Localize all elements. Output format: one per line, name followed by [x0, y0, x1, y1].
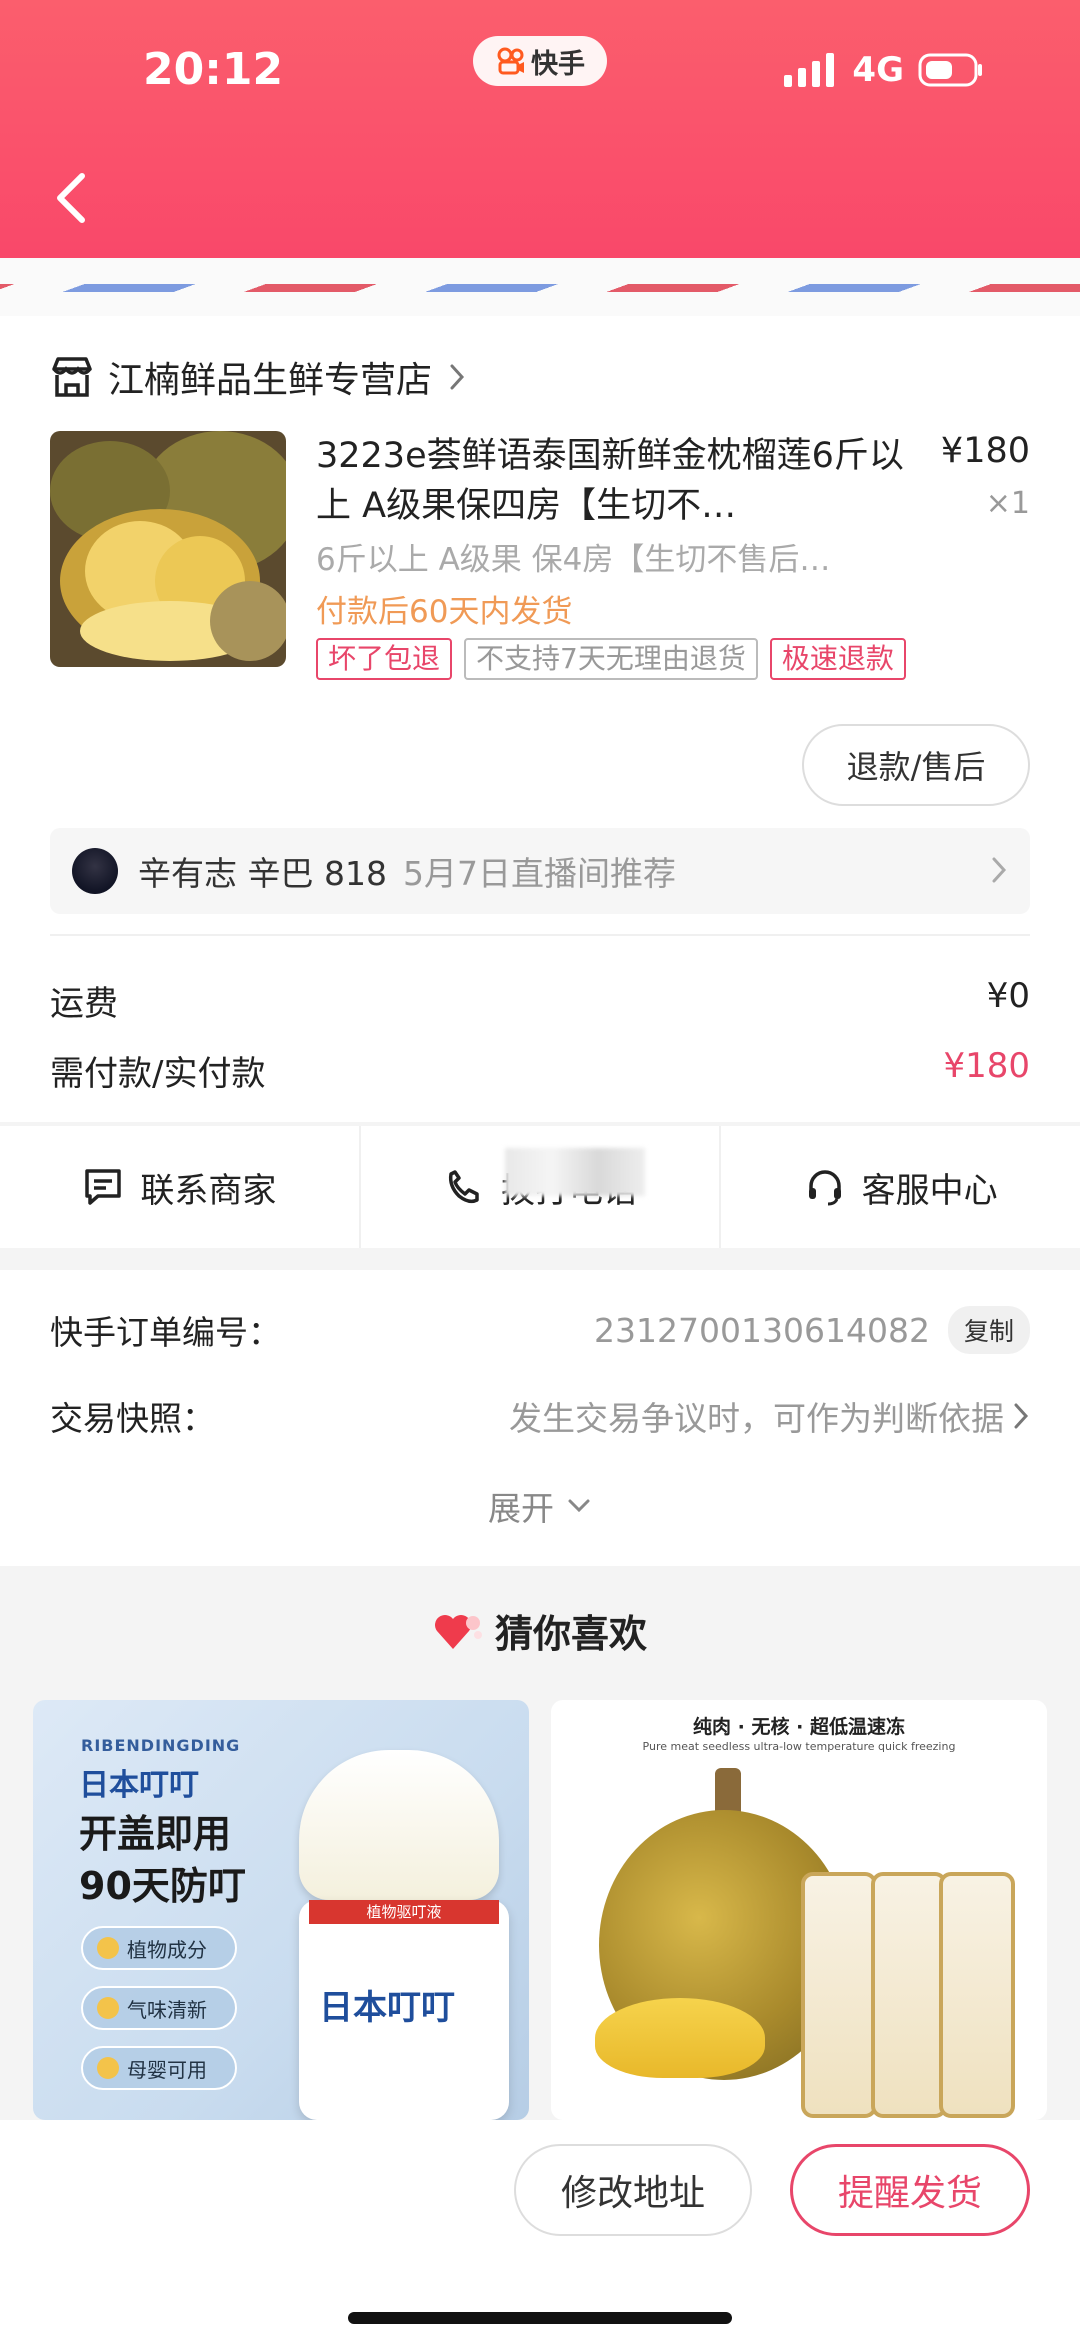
customer-service-label: 客服中心	[861, 1170, 998, 1211]
store-link[interactable]: 江楠鲜品生鲜专营店	[50, 350, 468, 404]
brand-name: 日本叮叮	[79, 1768, 199, 1803]
refund-aftersale-button[interactable]: 退款/售后	[802, 724, 1030, 806]
snapshot-label: 交易快照：	[50, 1399, 215, 1438]
heart-icon	[434, 1614, 482, 1649]
back-arrow-icon[interactable]	[52, 170, 92, 226]
durian-image	[50, 431, 286, 667]
battery-icon	[918, 53, 982, 87]
product-spec: 6斤以上 A级果 保4房【生切不售后…	[316, 542, 831, 578]
payment-label: 需付款/实付款	[50, 1054, 266, 1094]
app-badge-label: 快手	[531, 48, 585, 80]
expand-label: 展开	[488, 1489, 554, 1528]
rec2-subline: Pure meat seedless ultra-low temperature…	[642, 1740, 956, 1753]
tag-bad-refund: 坏了包退	[316, 638, 453, 680]
store-name: 江楠鲜品生鲜专营店	[108, 360, 433, 401]
chat-icon	[85, 1169, 122, 1205]
signal-icon	[784, 53, 835, 87]
snapshot-row[interactable]: 交易快照： 发生交易争议时，可作为判断依据	[50, 1392, 1030, 1440]
product-jar-top	[299, 1750, 499, 1900]
customer-service-button[interactable]: 客服中心	[719, 1126, 1080, 1248]
chevron-right-icon	[992, 857, 1007, 883]
status-time: 20:12	[143, 44, 284, 95]
durian-flesh	[595, 1998, 765, 2078]
home-indicator[interactable]	[348, 2312, 732, 2324]
order-number-row: 快手订单编号： 2312700130614082 复制	[50, 1306, 1030, 1354]
recommend-item-1[interactable]: RIBENDINGDING 日本叮叮 开盖即用 90天防叮 植物成分 气味清新 …	[33, 1700, 529, 2120]
feature-badge: 植物成分	[81, 1926, 237, 1970]
avatar	[72, 848, 118, 894]
product-box	[939, 1872, 1015, 2118]
status-icons: 4G	[784, 50, 984, 90]
shipping-note: 付款后60天内发货	[316, 594, 573, 630]
shipping-fee-row: 运费 ¥0	[50, 976, 1030, 1025]
payment-value: ¥180	[943, 1046, 1030, 1086]
network-type: 4G	[852, 50, 904, 90]
headset-icon	[808, 1170, 841, 1206]
order-card: 江楠鲜品生鲜专营店 3223e荟鲜语泰国新鲜金枕榴莲6斤以上 A级果保四房【生切…	[0, 316, 1080, 1122]
order-number-value: 2312700130614082	[594, 1310, 930, 1350]
feature-badge: 气味清新	[81, 1986, 237, 2030]
chevron-down-icon	[568, 1499, 590, 1513]
chevron-right-icon	[450, 364, 465, 390]
feature-badge: 母婴可用	[81, 2046, 237, 2090]
jar-sub-label: 植物驱叮液	[309, 1900, 499, 1924]
rec2-headline: 纯肉 · 无核 · 超低温速冻	[693, 1716, 905, 1738]
airmail-divider	[0, 258, 1080, 316]
tag-fast-refund: 极速退款	[769, 638, 906, 680]
recommend-title-label: 猜你喜欢	[494, 1612, 647, 1656]
edit-address-button[interactable]: 修改地址	[514, 2144, 752, 2236]
snapshot-desc: 发生交易争议时，可作为判断依据	[509, 1399, 1004, 1438]
product-title[interactable]: 3223e荟鲜语泰国新鲜金枕榴莲6斤以上 A级果保四房【生切不…	[316, 431, 916, 531]
live-desc: 5月7日直播间推荐	[402, 854, 676, 893]
product-price: ¥180	[940, 431, 1030, 471]
shipping-fee-label: 运费	[50, 984, 118, 1024]
product-qty: ×1	[985, 486, 1030, 521]
contact-merchant-button[interactable]: 联系商家	[0, 1126, 359, 1248]
remind-ship-button[interactable]: 提醒发货	[790, 2144, 1030, 2236]
product-image[interactable]	[50, 431, 286, 667]
app-badge: 快手	[473, 36, 607, 86]
phone-icon	[448, 1170, 479, 1204]
order-info: 快手订单编号： 2312700130614082 复制 交易快照： 发生交易争议…	[0, 1270, 1080, 1566]
bottom-action-bar: 修改地址 提醒发货	[0, 2120, 1080, 2341]
top-header: 20:12 快手 4G	[0, 0, 1080, 258]
store-icon	[52, 357, 92, 397]
order-number-label: 快手订单编号：	[50, 1313, 281, 1352]
slogan: 开盖即用 90天防叮	[79, 1812, 246, 1908]
snapshot-desc-wrap: 发生交易争议时，可作为判断依据	[509, 1392, 1030, 1440]
expand-toggle[interactable]: 展开	[0, 1482, 1080, 1530]
kuaishou-logo-icon	[497, 47, 524, 75]
service-tags: 坏了包退 不支持7天无理由退货 极速退款	[316, 638, 906, 680]
redaction-blur	[505, 1148, 645, 1196]
product-box	[871, 1872, 947, 2118]
copy-button[interactable]: 复制	[947, 1306, 1030, 1354]
product-box	[801, 1872, 877, 2118]
recommend-item-2[interactable]: 纯肉 · 无核 · 超低温速冻 Pure meat seedless ultra…	[551, 1700, 1047, 2120]
divider	[50, 934, 1030, 936]
chevron-right-icon	[1014, 1403, 1029, 1429]
recommend-title: 猜你喜欢	[0, 1603, 1080, 1658]
payment-row: 需付款/实付款 ¥180	[50, 1046, 1030, 1095]
brand-en: RIBENDINGDING	[81, 1736, 241, 1755]
contact-merchant-label: 联系商家	[140, 1170, 277, 1211]
live-recommend-row[interactable]: 辛有志 辛巴 818 5月7日直播间推荐	[50, 828, 1030, 914]
tag-no-7day-return: 不支持7天无理由退货	[464, 638, 758, 680]
shipping-fee-value: ¥0	[986, 976, 1030, 1016]
jar-label: 日本叮叮	[319, 1988, 455, 2028]
live-anchor-name: 辛有志 辛巴 818	[138, 854, 387, 893]
